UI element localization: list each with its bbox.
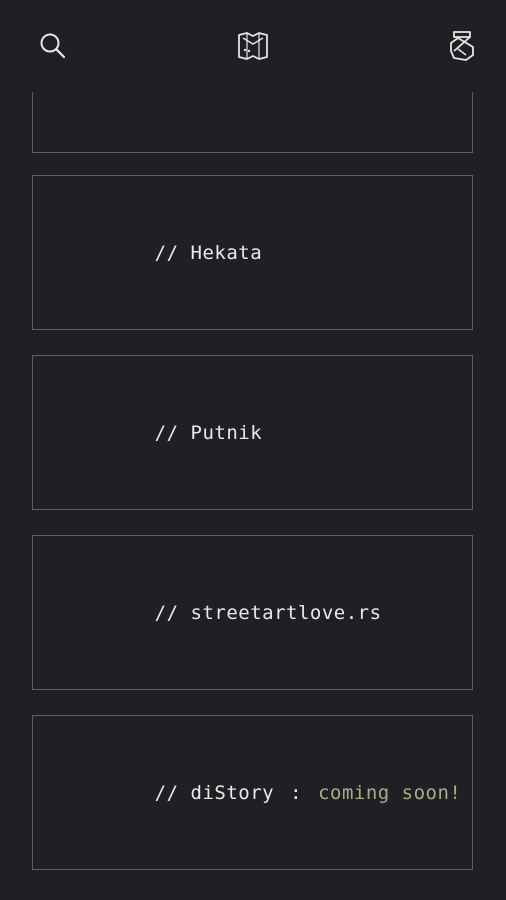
list-item-prefix: // [154, 781, 179, 804]
top-toolbar [0, 0, 506, 92]
search-icon [40, 33, 66, 59]
list-item-text: // Putnik [83, 400, 262, 466]
brand-logo-button[interactable] [444, 28, 480, 64]
list-item-text: // streetartlove.rs [83, 580, 382, 646]
map-button[interactable] [235, 28, 271, 64]
map-icon [238, 32, 268, 60]
list-item-label: diStory [190, 781, 275, 804]
list-item-distory[interactable]: // diStory: coming soon! [32, 715, 473, 870]
search-button[interactable] [35, 28, 71, 64]
list-item-text: // Hekata [83, 220, 262, 286]
list-item-text: // diStory: coming soon! [83, 760, 461, 826]
list-item-label: Putnik [190, 421, 263, 444]
coming-soon-badge: coming soon! [318, 781, 462, 804]
list-item-label: Hekata [190, 241, 263, 264]
list-item-label: streetartlove.rs [190, 601, 382, 624]
list-item-streetartlove[interactable]: // streetartlove.rs [32, 535, 473, 690]
brand-logo-icon [450, 31, 474, 61]
list-item-prefix: // [154, 601, 179, 624]
list-item-prefix: // [154, 241, 179, 264]
list-item-hekata[interactable]: // Hekata [32, 175, 473, 330]
list-item-prefix: // [154, 421, 179, 444]
list-item-separator: : [290, 781, 303, 804]
list-item-putnik[interactable]: // Putnik [32, 355, 473, 510]
